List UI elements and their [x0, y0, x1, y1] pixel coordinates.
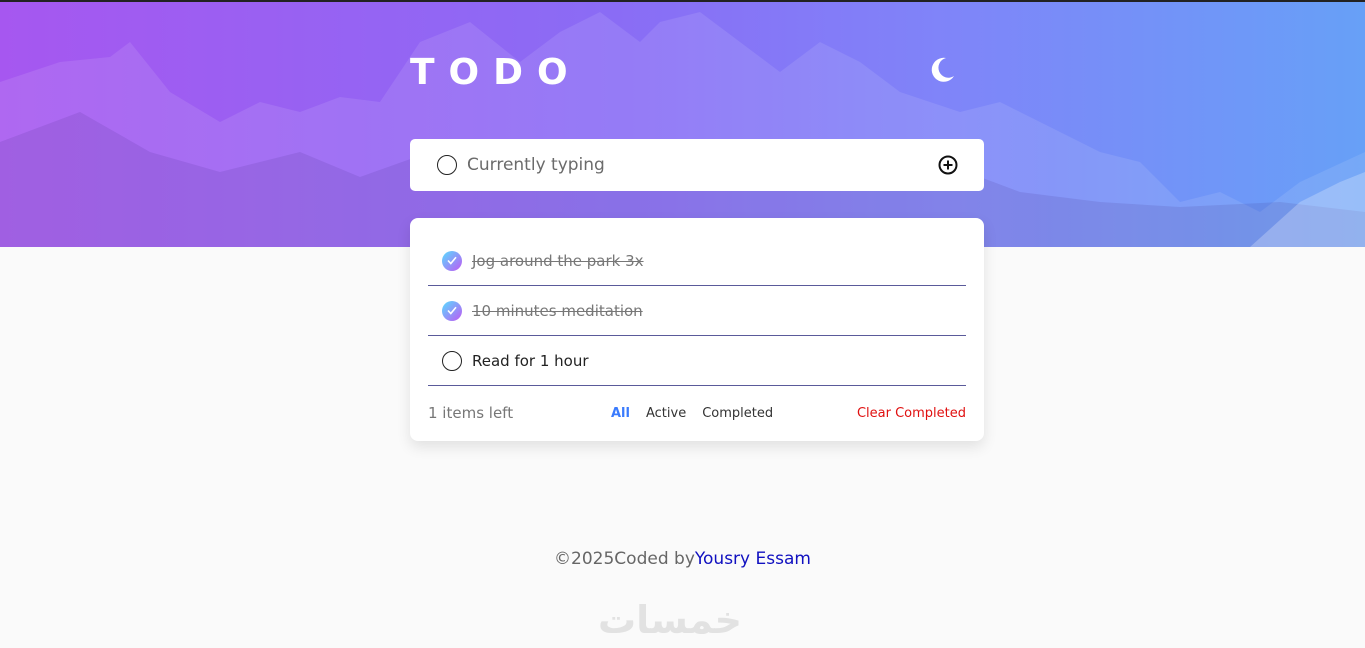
- app-title: TODO: [410, 52, 582, 93]
- filter-tabs: All Active Completed: [611, 406, 773, 421]
- todo-item[interactable]: 10 minutes meditation: [428, 286, 966, 336]
- filter-active[interactable]: Active: [646, 406, 686, 421]
- moon-icon[interactable]: [926, 54, 958, 86]
- new-todo-bar: [410, 139, 984, 191]
- todo-list: Jog around the park 3x 10 minutes medita…: [410, 218, 984, 441]
- filter-all[interactable]: All: [611, 406, 630, 421]
- checked-icon[interactable]: [442, 300, 462, 321]
- todo-text: Jog around the park 3x: [472, 251, 644, 270]
- list-footer: 1 items left All Active Completed Clear …: [428, 398, 966, 428]
- hero-banner: [0, 2, 1365, 247]
- clear-completed-button[interactable]: Clear Completed: [857, 406, 966, 421]
- todo-item[interactable]: Read for 1 hour: [428, 336, 966, 386]
- todo-item[interactable]: Jog around the park 3x: [428, 236, 966, 286]
- filter-completed[interactable]: Completed: [702, 406, 773, 421]
- new-todo-input[interactable]: [467, 155, 907, 175]
- unchecked-circle-icon[interactable]: [442, 350, 462, 371]
- footer-credit: ©2025Coded byYousry Essam: [0, 549, 1365, 569]
- credit-prefix: ©2025Coded by: [554, 549, 695, 569]
- watermark-logo: خمسات: [598, 598, 742, 642]
- new-todo-circle-icon: [437, 155, 457, 175]
- checked-icon[interactable]: [442, 250, 462, 271]
- plus-circle-icon[interactable]: [938, 155, 958, 175]
- mountain-background: [0, 12, 1365, 247]
- todo-text: Read for 1 hour: [472, 351, 589, 370]
- todo-text: 10 minutes meditation: [472, 301, 643, 320]
- items-left-count: 1 items left: [428, 404, 514, 422]
- author-link[interactable]: Yousry Essam: [695, 549, 811, 569]
